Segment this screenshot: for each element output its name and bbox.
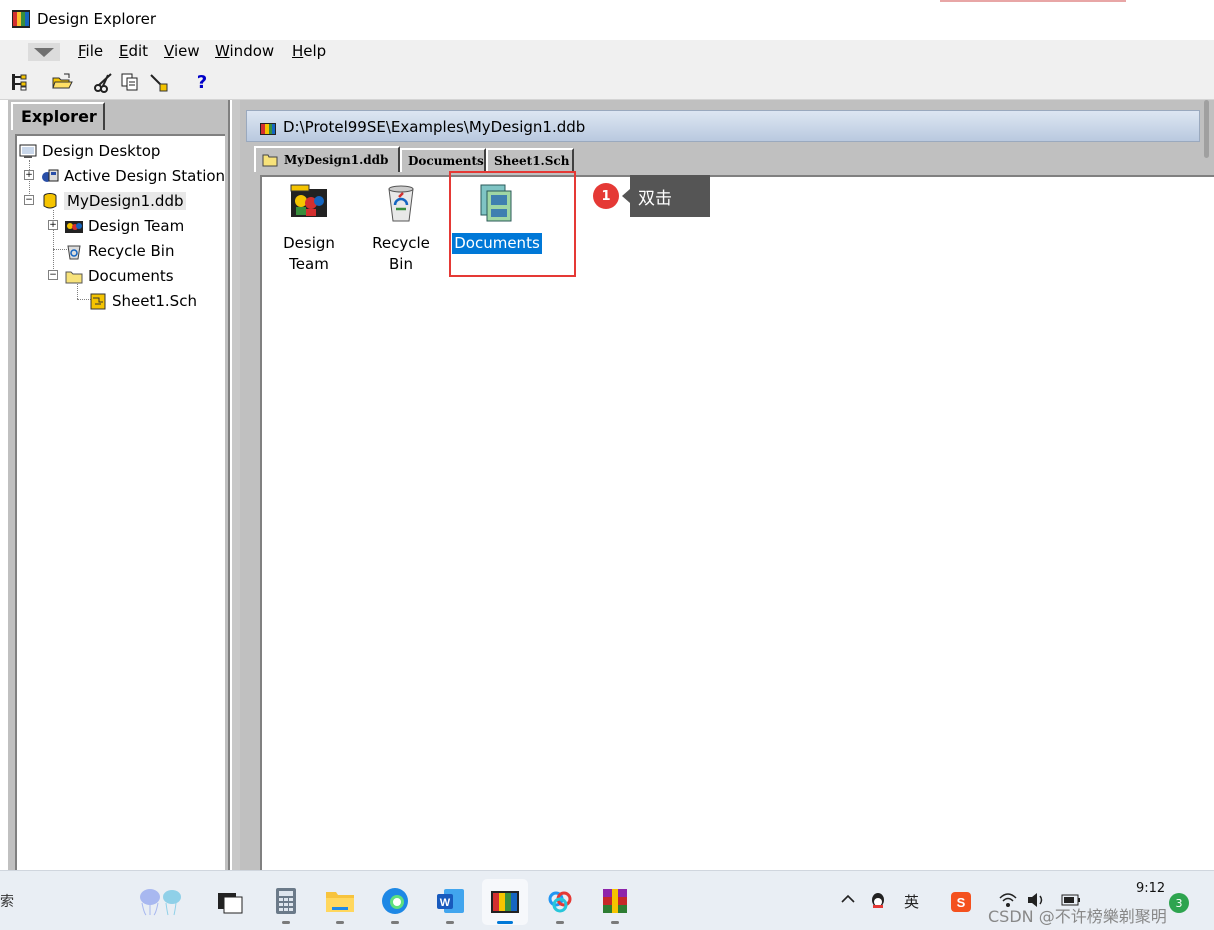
- menu-bar: File Edit View Window Help: [0, 40, 1214, 64]
- tree-collapse-button[interactable]: −: [24, 195, 34, 205]
- design-team-icon: [65, 221, 83, 233]
- taskbar-active-indicator: [497, 921, 513, 924]
- tree-item-sheet1-sch[interactable]: Sheet1.Sch: [89, 290, 197, 312]
- cut-icon[interactable]: [92, 70, 116, 94]
- database-window-icon: [260, 123, 276, 135]
- tab-documents[interactable]: Documents: [400, 148, 486, 172]
- tree-item-active-design-stations[interactable]: Active Design Stations: [41, 165, 225, 187]
- instruction-tooltip: 双击: [622, 175, 710, 217]
- help-icon[interactable]: ?: [190, 70, 214, 94]
- chevron-up-icon[interactable]: [840, 891, 856, 911]
- highlight-box: [449, 171, 576, 277]
- taskbar-indicator: [282, 921, 290, 924]
- vertical-scrollbar[interactable]: [1202, 100, 1212, 160]
- word-icon[interactable]: W: [434, 885, 466, 917]
- step-badge: 1: [593, 183, 619, 209]
- tree-collapse-button[interactable]: −: [48, 270, 58, 280]
- tree-item-documents[interactable]: Documents: [65, 265, 174, 287]
- menu-file[interactable]: File: [78, 42, 103, 60]
- tree-item-mydesign1-ddb[interactable]: MyDesign1.ddb: [41, 190, 187, 212]
- taskbar-indicator: [446, 921, 454, 924]
- design-desktop-icon: [19, 144, 37, 158]
- menu-window[interactable]: Window: [215, 42, 274, 60]
- open-folder-icon[interactable]: [50, 70, 74, 94]
- taskbar-search-text[interactable]: 索: [0, 891, 14, 911]
- tab-sheet1-sch[interactable]: Sheet1.Sch: [486, 148, 574, 172]
- schematic-document-icon: [90, 293, 106, 310]
- title-bar-accent: [940, 0, 1126, 2]
- search-jellyfish-icon: [140, 889, 181, 916]
- explorer-tree: Design Desktop + Active Design Stations …: [15, 134, 225, 870]
- taskbar-indicator: [391, 921, 399, 924]
- item-recycle-bin[interactable]: Recycle Bin: [358, 181, 444, 275]
- svg-text:S: S: [957, 895, 966, 910]
- item-design-team[interactable]: Design Team: [274, 181, 344, 275]
- design-explorer-logo-icon: [12, 10, 30, 28]
- tree-item-recycle-bin[interactable]: Recycle Bin: [65, 240, 174, 262]
- explorer-tab[interactable]: Explorer: [11, 102, 105, 130]
- folder-icon: [262, 154, 278, 166]
- title-bar: Design Explorer: [0, 0, 1214, 40]
- paste-icon[interactable]: [146, 70, 170, 94]
- tab-mydesign1-ddb[interactable]: MyDesign1.ddb: [254, 146, 400, 172]
- design-team-icon: [290, 184, 327, 217]
- sogou-input-icon[interactable]: S: [950, 891, 972, 917]
- recycle-bin-icon: [388, 185, 414, 222]
- calculator-icon[interactable]: [270, 885, 302, 917]
- explorer-tree-icon[interactable]: [8, 70, 32, 94]
- taskbar-indicator: [556, 921, 564, 924]
- task-view-icon[interactable]: [214, 885, 246, 917]
- copy-icon[interactable]: [118, 70, 142, 94]
- taskbar-indicator: [611, 921, 619, 924]
- csdn-watermark: CSDN @不许榜樂剃聚明: [988, 907, 1167, 926]
- winrar-icon[interactable]: [599, 885, 631, 917]
- svg-text:W: W: [440, 897, 451, 909]
- clock-time[interactable]: 9:12: [1136, 881, 1165, 896]
- folder-icon: [65, 271, 83, 284]
- design-station-icon: [42, 169, 59, 182]
- recycle-bin-icon: [67, 245, 81, 260]
- document-path: D:\Protel99SE\Examples\MyDesign1.ddb: [283, 118, 586, 136]
- database-icon: [43, 193, 57, 209]
- qq-icon[interactable]: [868, 891, 888, 915]
- menu-view[interactable]: View: [164, 42, 200, 60]
- notification-badge[interactable]: 3: [1169, 893, 1189, 913]
- explorer-panel: Explorer Design Desktop + Active Design …: [8, 100, 230, 870]
- ime-indicator[interactable]: 英: [904, 891, 919, 912]
- protel-app-icon[interactable]: [489, 885, 521, 917]
- file-explorer-icon[interactable]: [324, 885, 356, 917]
- baidu-netdisk-icon[interactable]: [544, 885, 576, 917]
- taskbar: 索 W 英 S 9:12 CSDN @不许榜樂剃聚明 3: [0, 870, 1214, 930]
- document-title-bar: D:\Protel99SE\Examples\MyDesign1.ddb: [246, 110, 1200, 142]
- menu-edit[interactable]: Edit: [119, 42, 148, 60]
- tree-guide-line: [29, 160, 30, 200]
- document-content-area: Design Team Recycle Bin Documents: [260, 175, 1214, 870]
- toolbar: ?: [0, 64, 1214, 100]
- taskbar-indicator: [336, 921, 344, 924]
- edge-browser-icon[interactable]: [379, 885, 411, 917]
- tree-expand-button[interactable]: +: [48, 220, 58, 230]
- system-menu-arrow-icon: [34, 48, 54, 57]
- tree-expand-button[interactable]: +: [24, 170, 34, 180]
- window-title: Design Explorer: [37, 10, 157, 28]
- menu-help[interactable]: Help: [292, 42, 326, 60]
- system-menu-button[interactable]: [28, 43, 60, 61]
- panel-splitter[interactable]: [232, 100, 240, 870]
- document-window: D:\Protel99SE\Examples\MyDesign1.ddb MyD…: [240, 100, 1214, 870]
- tree-item-design-desktop[interactable]: Design Desktop: [19, 140, 160, 162]
- tree-item-design-team[interactable]: Design Team: [65, 215, 184, 237]
